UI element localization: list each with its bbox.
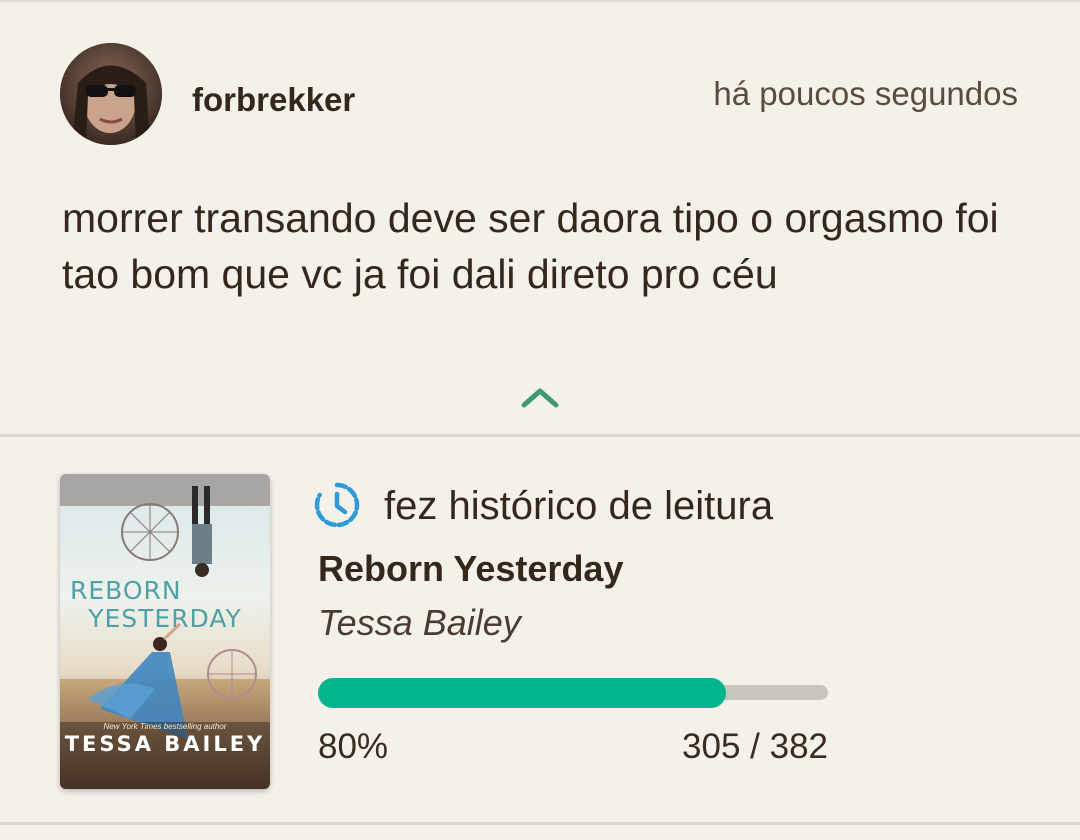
progress-percent: 80% [318, 727, 389, 766]
book-author[interactable]: Tessa Bailey [318, 602, 521, 644]
username[interactable]: forbrekker [192, 78, 355, 122]
book-cover[interactable]: REBORN YESTERDAY New York Times bestsell… [60, 474, 270, 789]
history-icon [313, 481, 361, 529]
chevron-up-icon[interactable] [518, 382, 562, 412]
section-divider [0, 434, 1080, 437]
cover-tagline: New York Times bestselling author [103, 722, 227, 731]
reading-progress-fill [318, 678, 726, 708]
progress-pages: 305 / 382 [682, 727, 828, 766]
top-divider [0, 0, 1080, 2]
reading-progress-bar [318, 678, 828, 708]
activity-label: fez histórico de leitura [384, 484, 774, 528]
post-text: morrer transando deve ser daora tipo o o… [62, 195, 999, 297]
book-title[interactable]: Reborn Yesterday [318, 548, 623, 590]
bottom-divider [0, 822, 1080, 825]
cover-title-line1: REBORN [70, 576, 182, 605]
cover-title-line2: YESTERDAY [88, 604, 242, 633]
post-timestamp: há poucos segundos [713, 75, 1018, 112]
cover-author: TESSA BAILEY [64, 732, 266, 756]
avatar[interactable] [60, 43, 162, 145]
avatar-image [60, 43, 162, 145]
